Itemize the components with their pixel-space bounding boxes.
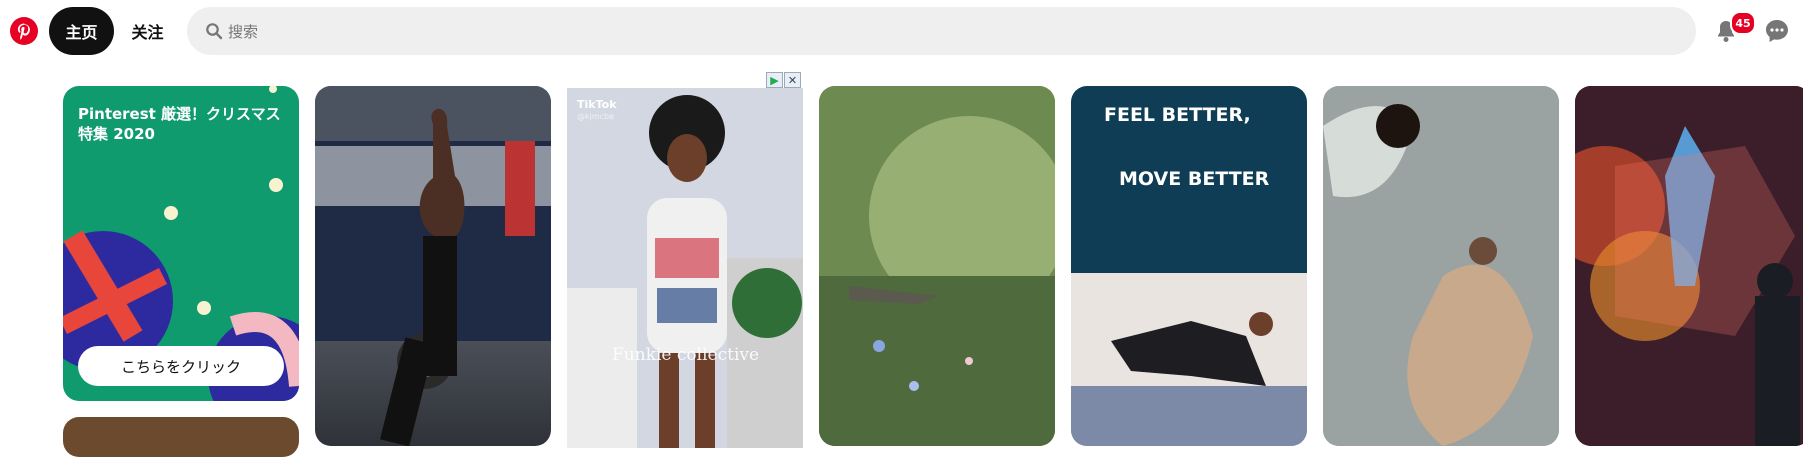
tab-home[interactable]: 主页 [49, 7, 114, 55]
pinterest-logo-icon[interactable] [10, 17, 38, 45]
ad-close-icon[interactable]: ✕ [784, 72, 801, 88]
promo-pin[interactable]: Pinterest 厳選！クリスマス特集 2020 こちらをクリック [63, 86, 299, 401]
promo-title: Pinterest 厳選！クリスマス特集 2020 [78, 105, 281, 143]
chat-icon[interactable] [1762, 16, 1792, 46]
tiktok-handle: @kjmcbe [577, 112, 615, 121]
tiktok-brand: TikTok [577, 98, 617, 111]
tab-following[interactable]: 关注 [120, 7, 175, 55]
ad-image [567, 88, 803, 448]
search-bar[interactable]: 搜索 [187, 7, 1696, 55]
ad-choices-icon[interactable]: ▶ [766, 72, 783, 88]
pin-card[interactable]: FEEL BETTER, MOVE BETTER [1071, 86, 1307, 446]
pin-image [1575, 86, 1803, 446]
pin-card[interactable] [819, 86, 1055, 446]
search-placeholder: 搜索 [228, 23, 259, 41]
pin-image [315, 86, 551, 446]
pin-image [1323, 86, 1559, 446]
search-icon [205, 22, 223, 40]
pin-card[interactable] [315, 86, 551, 446]
notification-badge: 45 [1730, 11, 1756, 35]
pin-card[interactable] [63, 417, 299, 457]
promo-cta-button[interactable]: こちらをクリック [78, 346, 284, 386]
pin-image [819, 86, 1055, 446]
top-navigation: 主页 关注 搜索 45 [0, 0, 1803, 62]
pin-image [1071, 273, 1307, 446]
pin-card[interactable] [1575, 86, 1803, 446]
ad-pin[interactable]: TikTok @kjmcbe Funkie collective [567, 88, 803, 448]
ad-overlay-text: Funkie collective [612, 345, 760, 365]
pin-card[interactable] [1323, 86, 1559, 446]
